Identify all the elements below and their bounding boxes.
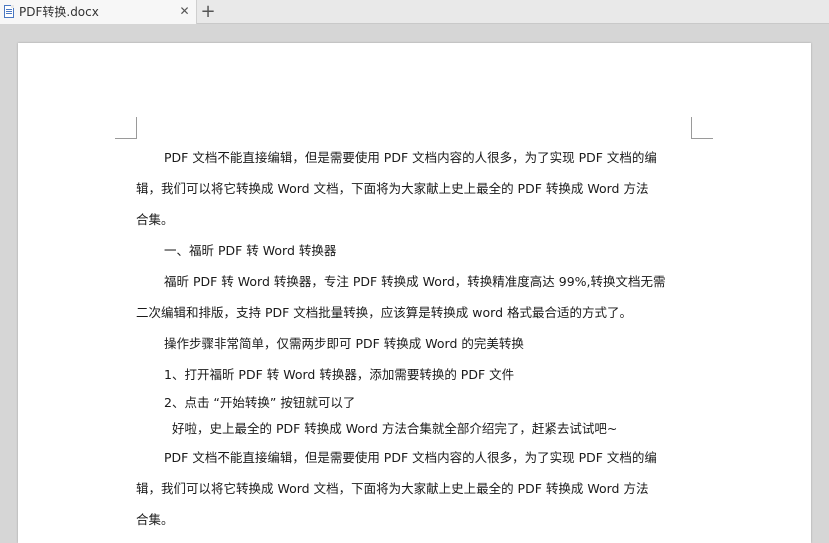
step-line: 1、打开福昕 PDF 转 Word 转换器，添加需要转换的 PDF 文件 (164, 367, 515, 382)
paragraph-line: PDF 文档不能直接编辑，但是需要使用 PDF 文档内容的人很多，为了实现 PD… (164, 450, 657, 465)
word-document-icon (4, 5, 14, 18)
step-line: 2、点击 “开始转换” 按钮就可以了 (164, 395, 356, 410)
paragraph-line: 合集。 (136, 512, 174, 527)
document-page[interactable]: PDF 文档不能直接编辑，但是需要使用 PDF 文档内容的人很多，为了实现 PD… (18, 43, 811, 543)
close-icon[interactable]: ✕ (178, 5, 191, 18)
paragraph-line: 辑，我们可以将它转换成 Word 文档，下面将为大家献上史上最全的 PDF 转换… (136, 181, 649, 196)
paragraph-line: 二次编辑和排版，支持 PDF 文档批量转换，应该算是转换成 word 格式最合适… (136, 305, 632, 320)
tab-title: PDF转换.docx (19, 5, 99, 19)
paragraph-line: 辑，我们可以将它转换成 Word 文档，下面将为大家献上史上最全的 PDF 转换… (136, 481, 649, 496)
paragraph-line: PDF 文档不能直接编辑，但是需要使用 PDF 文档内容的人很多，为了实现 PD… (164, 150, 657, 165)
paragraph-line: 福昕 PDF 转 Word 转换器，专注 PDF 转换成 Word，转换精准度高… (164, 274, 666, 289)
new-tab-button[interactable]: + (199, 2, 217, 22)
section-heading: 一、福昕 PDF 转 Word 转换器 (164, 243, 337, 258)
document-body[interactable]: PDF 文档不能直接编辑，但是需要使用 PDF 文档内容的人很多，为了实现 PD… (136, 142, 696, 535)
tab-bar: PDF转换.docx ✕ + (0, 0, 829, 24)
margin-corner-top-left (115, 117, 137, 139)
document-tab[interactable]: PDF转换.docx ✕ (0, 0, 197, 24)
paragraph-line: 合集。 (136, 212, 174, 227)
paragraph-line: 好啦，史上最全的 PDF 转换成 Word 方法合集就全部介绍完了，赶紧去试试吧… (172, 421, 618, 436)
paragraph-line: 操作步骤非常简单，仅需两步即可 PDF 转换成 Word 的完美转换 (164, 336, 524, 351)
margin-corner-top-right (691, 117, 713, 139)
